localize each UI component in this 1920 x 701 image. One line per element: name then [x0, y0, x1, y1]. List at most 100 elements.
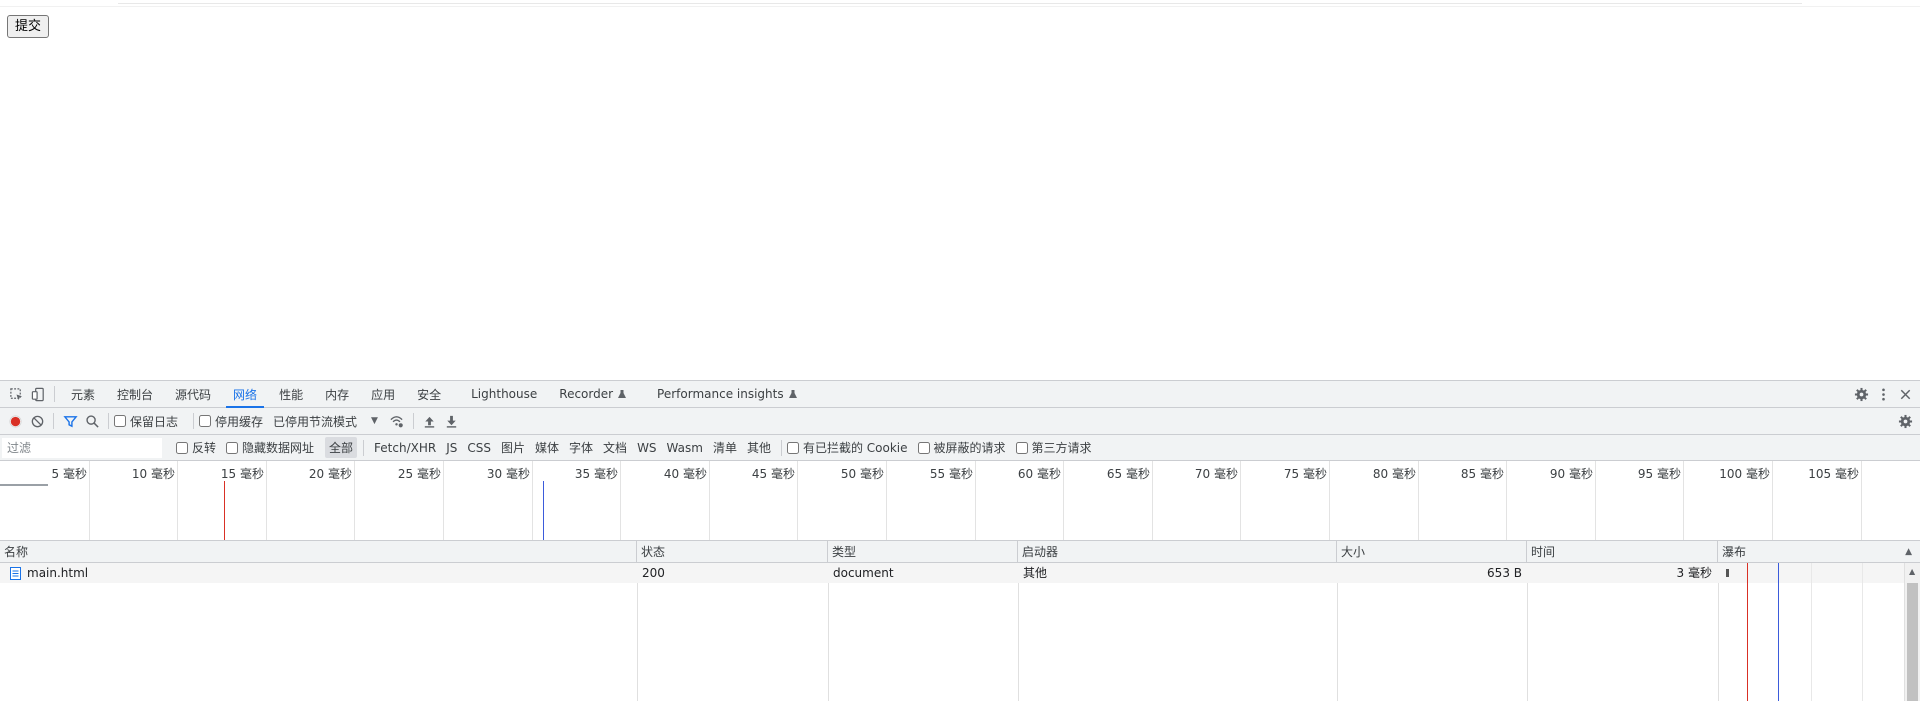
sort-ascending-icon: ▲ [1905, 547, 1912, 557]
invert-input[interactable] [176, 441, 188, 454]
tab-recorder[interactable]: Recorder [548, 381, 638, 408]
overview-tick-label: 10 毫秒 [131, 467, 175, 481]
overview-tick-line [975, 461, 976, 540]
import-har-icon[interactable] [419, 410, 441, 432]
column-divider [1337, 563, 1338, 701]
third-party-input[interactable] [1015, 441, 1028, 454]
type-filter-manifest[interactable]: 清单 [709, 437, 741, 458]
overview-tick-line [89, 461, 90, 540]
tab-lighthouse[interactable]: Lighthouse [460, 381, 548, 408]
overview-tick-line [1772, 461, 1773, 540]
overview-tick-label: 55 毫秒 [929, 467, 973, 481]
toolbar-separator [108, 413, 109, 429]
disable-cache-label: 停用缓存 [215, 414, 264, 429]
overview-tick-line [1683, 461, 1684, 540]
overview-tick-label: 95 毫秒 [1637, 467, 1681, 481]
close-icon[interactable] [1894, 383, 1916, 405]
type-filter-img[interactable]: 图片 [497, 437, 529, 458]
tab-performance[interactable]: 性能 [268, 381, 314, 408]
toolbar-separator [53, 413, 54, 429]
flask-icon [618, 390, 627, 398]
overview-tick-line [1418, 461, 1419, 540]
column-header-type[interactable]: 类型 [828, 541, 1018, 563]
type-filter-doc[interactable]: 文档 [599, 437, 631, 458]
type-filter-all[interactable]: 全部 [325, 437, 358, 458]
settings-gear-icon[interactable] [1850, 383, 1872, 405]
type-filter-font[interactable]: 字体 [565, 437, 597, 458]
hide-data-urls-checkbox[interactable]: 隐藏数据网址 [226, 439, 314, 456]
type-filter-css[interactable]: CSS [463, 439, 495, 457]
search-icon[interactable] [81, 410, 103, 432]
export-har-icon[interactable] [441, 410, 463, 432]
filter-separator [780, 439, 782, 456]
overview-tick-line [266, 461, 267, 540]
overview-tick-label: 105 毫秒 [1808, 467, 1859, 481]
clear-icon[interactable] [26, 410, 48, 432]
tab-performance-insights-label: Performance insights [657, 387, 784, 401]
overview-tick-label: 75 毫秒 [1283, 467, 1327, 481]
overview-tick-label: 65 毫秒 [1106, 467, 1150, 481]
filter-input[interactable] [2, 437, 162, 458]
tab-memory[interactable]: 内存 [314, 381, 360, 408]
network-overview-timeline[interactable]: 5 毫秒 10 毫秒 15 毫秒 20 毫秒 25 毫秒 30 毫秒 35 毫秒 40 毫秒 4… [0, 461, 1920, 541]
column-header-name[interactable]: 名称 [0, 541, 637, 563]
request-initiator-cell: 其他 [1023, 566, 1048, 580]
preserve-log-checkbox[interactable]: 保留日志 [114, 413, 178, 430]
submit-button[interactable]: 提交 [7, 15, 50, 38]
type-filter-wasm[interactable]: Wasm [663, 439, 707, 457]
tab-security[interactable]: 安全 [406, 381, 452, 408]
device-toolbar-icon[interactable] [27, 383, 49, 405]
tab-console[interactable]: 控制台 [106, 381, 164, 408]
disable-cache-checkbox[interactable]: 停用缓存 [199, 413, 263, 430]
disable-cache-input[interactable] [199, 415, 212, 427]
scrollbar-thumb[interactable] [1907, 583, 1918, 701]
blocked-requests-input[interactable] [917, 441, 930, 454]
waterfall-grid-line [1811, 563, 1812, 701]
tab-sources[interactable]: 源代码 [164, 381, 222, 408]
throttling-select[interactable]: 已停用节流模式 ▼ [273, 413, 378, 430]
inspect-element-icon[interactable] [5, 383, 27, 405]
network-settings-gear-icon[interactable] [1894, 410, 1916, 432]
network-conditions-icon[interactable] [386, 410, 408, 432]
tab-performance-insights[interactable]: Performance insights [646, 381, 809, 408]
record-icon[interactable] [4, 410, 26, 432]
table-scrollbar[interactable]: ▲ [1904, 563, 1920, 701]
overview-tick-label: 5 毫秒 [51, 467, 87, 481]
overview-tick-line [443, 461, 444, 540]
blocked-requests-checkbox[interactable]: 被屏蔽的请求 [917, 439, 1006, 456]
overview-tick-line [532, 461, 533, 540]
type-filter-fetch-xhr[interactable]: Fetch/XHR [370, 439, 440, 457]
overview-tick-label: 35 毫秒 [574, 467, 618, 481]
table-header: 名称 状态 类型 启动器 大小 时间 瀑布 ▲ [0, 541, 1920, 563]
filter-icon[interactable] [59, 410, 81, 432]
third-party-checkbox[interactable]: 第三方请求 [1015, 439, 1092, 456]
column-divider [1718, 563, 1719, 701]
invert-checkbox[interactable]: 反转 [176, 439, 216, 456]
table-row[interactable]: main.html 200 document 其他 653 B 3 毫秒 [0, 563, 1904, 583]
column-header-initiator[interactable]: 启动器 [1018, 541, 1337, 563]
column-header-status[interactable]: 状态 [637, 541, 828, 563]
blocked-cookies-checkbox[interactable]: 有已拦截的 Cookie [786, 439, 908, 456]
blocked-cookies-input[interactable] [786, 441, 799, 454]
request-time-cell: 3 毫秒 [1676, 566, 1712, 580]
page-top-border [118, 0, 1802, 4]
tab-elements[interactable]: 元素 [60, 381, 106, 408]
more-options-icon[interactable] [1872, 383, 1894, 405]
column-header-waterfall[interactable]: 瀑布 ▲ [1718, 541, 1920, 563]
column-header-time[interactable]: 时间 [1527, 541, 1718, 563]
tab-network[interactable]: 网络 [222, 381, 268, 408]
hide-data-urls-input[interactable] [226, 441, 239, 454]
preserve-log-input[interactable] [114, 415, 126, 427]
tab-application[interactable]: 应用 [360, 381, 406, 408]
scroll-up-icon[interactable]: ▲ [1909, 567, 1915, 576]
toolbar-separator [193, 413, 195, 429]
type-filter-media[interactable]: 媒体 [531, 437, 563, 458]
document-icon [10, 567, 21, 580]
overview-tick-label: 70 毫秒 [1194, 467, 1238, 481]
type-filter-js[interactable]: JS [442, 439, 461, 457]
tab-separator [54, 386, 55, 402]
type-filter-other[interactable]: 其他 [743, 437, 775, 458]
type-filter-ws[interactable]: WS [633, 439, 660, 457]
column-header-waterfall-label: 瀑布 [1722, 545, 1747, 559]
column-header-size[interactable]: 大小 [1337, 541, 1527, 563]
